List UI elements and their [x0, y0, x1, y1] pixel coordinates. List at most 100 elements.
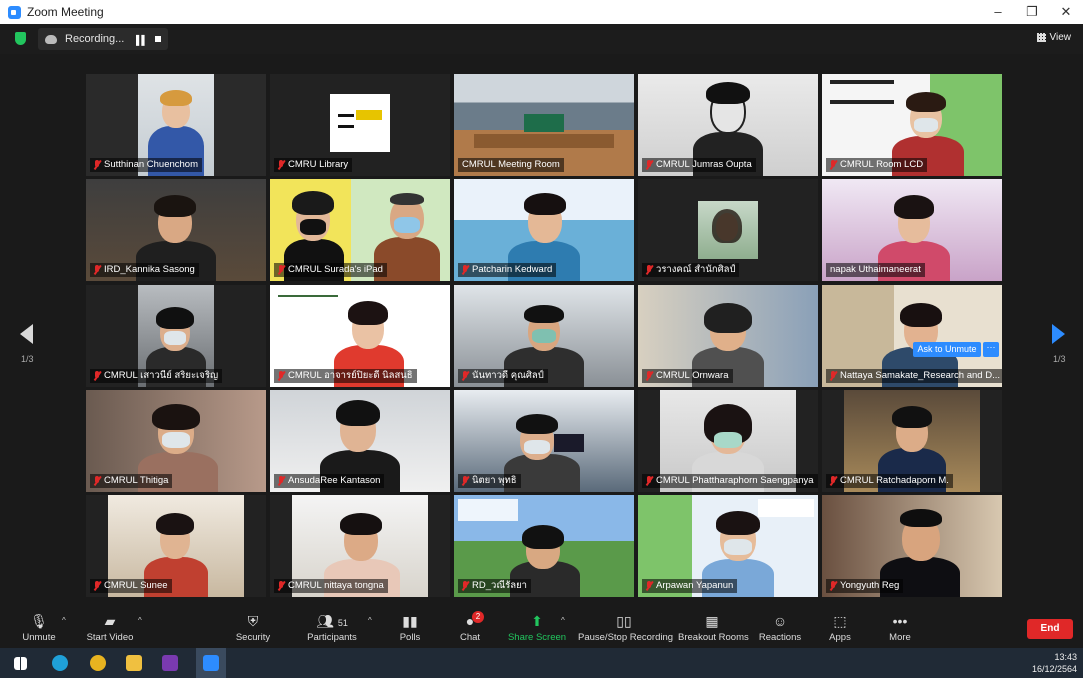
muted-mic-icon — [277, 371, 285, 381]
share-screen-button[interactable]: ⬆ Share Screen — [506, 608, 568, 648]
share-options-chevron-icon[interactable]: ^ — [561, 616, 565, 625]
participant-name: CMRUL Surada's iPad — [274, 263, 387, 277]
participant-name: CMRUL Jumras Oupta — [642, 158, 756, 172]
participant-name: CMRUL Ornwara — [642, 369, 733, 383]
video-tile[interactable]: CMRUL Ratchadaporn M. — [822, 390, 1002, 492]
polls-button[interactable]: ▮▮ Polls — [390, 608, 430, 648]
encryption-shield-icon[interactable] — [15, 32, 26, 45]
previous-page-arrow-icon[interactable] — [20, 324, 33, 344]
video-tile[interactable]: AnsudaRee Kantason — [270, 390, 450, 492]
muted-mic-icon — [645, 265, 653, 275]
security-button[interactable]: ⛨ Security — [228, 608, 278, 648]
participant-name: วรางคณ์ สำนักศิลป์ — [642, 263, 740, 277]
audio-options-chevron-icon[interactable]: ^ — [62, 616, 66, 625]
participant-name: CMRUL Room LCD — [826, 158, 928, 172]
participant-name: CMRUL อาจารย์ปิยะดี นิลสนธิ — [274, 369, 417, 383]
participant-name: นิตยา พุทธิ — [458, 474, 521, 488]
video-tile[interactable]: Nattaya Samakate_Research and D... — [822, 285, 1002, 387]
muted-mic-icon — [277, 476, 285, 486]
chrome-browser-icon[interactable] — [90, 655, 106, 671]
more-button[interactable]: ••• More — [882, 608, 918, 648]
view-label: View — [1049, 32, 1072, 43]
video-tile[interactable]: Sutthinan Chuenchom — [86, 74, 266, 176]
participants-icon: 👥︎ 51 — [316, 613, 348, 629]
system-clock[interactable]: 13:43 16/12/2564 — [1032, 651, 1077, 675]
restore-button[interactable]: ❐ — [1015, 0, 1049, 24]
muted-mic-icon — [461, 265, 469, 275]
muted-mic-icon — [645, 581, 653, 591]
video-options-chevron-icon[interactable]: ^ — [138, 616, 142, 625]
start-video-button[interactable]: ▰ Start Video — [82, 608, 138, 648]
file-explorer-icon[interactable] — [126, 655, 142, 671]
video-tile[interactable]: IRD_Kannika Sasong — [86, 179, 266, 281]
apps-button[interactable]: ⬚ Apps — [822, 608, 858, 648]
next-page-arrow-icon[interactable] — [1052, 324, 1065, 344]
ask-to-unmute-button[interactable]: Ask to Unmute — [913, 342, 981, 357]
pause-recording-icon[interactable]: ▌▌ — [136, 35, 148, 45]
muted-mic-icon — [93, 160, 101, 170]
clock-date: 16/12/2564 — [1031, 664, 1077, 674]
muted-mic-icon — [93, 476, 101, 486]
video-tile[interactable]: CMRUL Jumras Oupta — [638, 74, 818, 176]
video-tile[interactable]: CMRUL Room LCD — [822, 74, 1002, 176]
clock-time: 13:43 — [1054, 652, 1077, 662]
minimize-button[interactable]: – — [981, 0, 1015, 24]
video-tile[interactable]: CMRUL Sunee — [86, 495, 266, 597]
close-button[interactable]: ✕ — [1049, 0, 1083, 24]
view-button[interactable]: View — [1036, 32, 1072, 43]
muted-mic-icon — [93, 265, 101, 275]
end-meeting-button[interactable]: End — [1027, 619, 1073, 639]
meeting-controls-toolbar: 🎙︎ Unmute ^ ▰ Start Video ^ ⛨ Security 👥… — [0, 608, 1083, 648]
muted-mic-icon — [461, 371, 469, 381]
participant-name: Yongyuth Reg — [826, 579, 904, 593]
breakout-rooms-button[interactable]: ▦ Breakout Rooms — [678, 608, 749, 648]
video-tile[interactable]: CMRUL nittaya tongna — [270, 495, 450, 597]
windows-start-icon[interactable] — [14, 657, 27, 670]
participant-name: CMRUL Phattharaphorn Saengpanya — [642, 474, 818, 488]
video-tile[interactable]: CMRUL อาจารย์ปิยะดี นิลสนธิ — [270, 285, 450, 387]
window-controls: – ❐ ✕ — [981, 0, 1083, 24]
pause-stop-recording-button[interactable]: ▯▯ Pause/Stop Recording — [578, 608, 673, 648]
video-tile-active-speaker[interactable]: CMRUL Surada's iPad — [270, 179, 450, 281]
chat-button[interactable]: ● Chat — [450, 608, 490, 648]
muted-mic-icon — [829, 476, 837, 486]
video-tile[interactable]: นันทาวดี คุณศิลป์ — [454, 285, 634, 387]
app-taskbar-icon[interactable] — [162, 655, 178, 671]
edge-browser-icon[interactable] — [52, 655, 68, 671]
video-tile[interactable]: CMRUL Thitiga — [86, 390, 266, 492]
muted-mic-icon — [461, 581, 469, 591]
participant-name: IRD_Kannika Sasong — [90, 263, 199, 277]
video-tile[interactable]: napak Uthaimaneerat — [822, 179, 1002, 281]
participant-name: CMRUL Thitiga — [90, 474, 173, 488]
muted-mic-icon — [829, 371, 837, 381]
windows-taskbar: 13:43 16/12/2564 — [0, 648, 1083, 678]
muted-mic-icon — [277, 160, 285, 170]
video-tile[interactable]: CMRUL Ornwara — [638, 285, 818, 387]
recording-indicator: Recording... ▌▌ — [38, 28, 168, 50]
unmute-button[interactable]: 🎙︎ Unmute — [14, 608, 64, 648]
muted-mic-icon — [461, 476, 469, 486]
window-title: Zoom Meeting — [27, 5, 104, 19]
muted-mic-icon — [645, 160, 653, 170]
participant-name: นันทาวดี คุณศิลป์ — [458, 369, 548, 383]
tile-more-options-button[interactable]: ··· — [983, 342, 999, 357]
video-tile[interactable]: นิตยา พุทธิ — [454, 390, 634, 492]
video-tile[interactable]: Yongyuth Reg — [822, 495, 1002, 597]
participant-name: AnsudaRee Kantason — [274, 474, 385, 488]
video-tile[interactable]: CMRUL เสาวนีย์ สริยะเจริญ — [86, 285, 266, 387]
participants-options-chevron-icon[interactable]: ^ — [368, 616, 372, 625]
chat-unread-badge: 2 — [472, 611, 484, 623]
video-tile[interactable]: RD_วณีรัลยา — [454, 495, 634, 597]
video-tile[interactable]: CMRUL Meeting Room — [454, 74, 634, 176]
gallery-view: 1/3 1/3 Sutthinan Chuenchom CMRU Library… — [0, 54, 1083, 608]
participant-name: CMRUL Sunee — [90, 579, 172, 593]
video-tile[interactable]: วรางคณ์ สำนักศิลป์ — [638, 179, 818, 281]
video-tile[interactable]: Patcharin Kedward — [454, 179, 634, 281]
participants-button[interactable]: 👥︎ 51 Participants — [300, 608, 364, 648]
stop-recording-icon[interactable] — [155, 36, 161, 42]
video-tile[interactable]: Arpawan Yapanun — [638, 495, 818, 597]
reactions-button[interactable]: ☺ Reactions — [756, 608, 804, 648]
video-tile[interactable]: CMRU Library — [270, 74, 450, 176]
video-tile[interactable]: CMRUL Phattharaphorn Saengpanya — [638, 390, 818, 492]
muted-mic-icon — [829, 581, 837, 591]
